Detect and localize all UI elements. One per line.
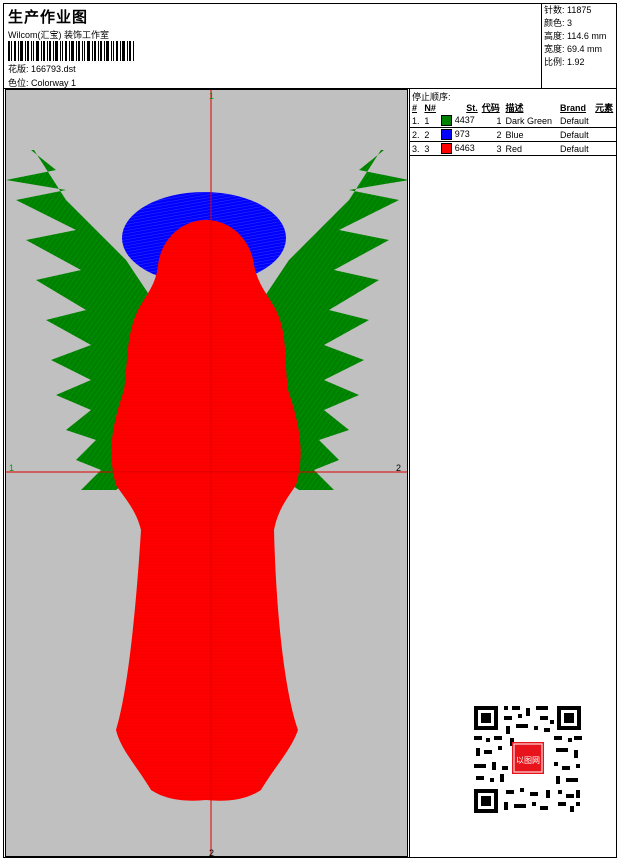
table-row: 1. 1 4437 1 Dark Green Default xyxy=(410,114,617,128)
row-number: 2. xyxy=(410,127,423,142)
element xyxy=(593,127,617,142)
col-header: St. xyxy=(466,102,478,113)
needle-number: 2 xyxy=(422,127,440,142)
needle-number: 3 xyxy=(422,141,440,156)
header: 生产作业图 Wilcom(汇宝) 装饰工作室 花版: 166793.dst 色位… xyxy=(4,4,542,88)
element xyxy=(593,141,617,156)
stitch-count-cell: 6463 xyxy=(454,142,475,153)
stamp-text: 以图网 xyxy=(516,756,540,765)
color-swatch xyxy=(441,129,453,141)
design-file: 花版: 166793.dst xyxy=(8,62,76,75)
marker-left: 1 xyxy=(9,463,14,473)
company-name: Wilcom(汇宝) 装饰工作室 xyxy=(8,30,109,40)
col-header: 代码 xyxy=(481,103,500,113)
colorway-value: Colorway 1 xyxy=(31,78,77,88)
color-code: 2 xyxy=(479,127,504,142)
col-header: 描述 xyxy=(505,103,524,113)
stop-sequence-table: # N# St. 代码 描述 Brand 元素 1. 1 4437 1 Dark… xyxy=(410,101,617,156)
marker-right: 2 xyxy=(396,463,401,473)
color-swatch xyxy=(441,115,453,127)
row-number: 3. xyxy=(410,141,423,156)
qr-code-image: 以图网 xyxy=(470,702,585,817)
col-header: Brand xyxy=(560,102,587,113)
barcode-image xyxy=(8,41,134,61)
needle-number: 1 xyxy=(422,114,440,128)
color-count: 颜色: 3 xyxy=(544,18,573,28)
row-number: 1. xyxy=(410,114,423,128)
design-value: 166793.dst xyxy=(31,64,76,74)
table-row: 3. 3 6463 3 Red Default xyxy=(410,141,617,156)
page-title: 生产作业图 xyxy=(8,9,89,26)
col-header: 元素 xyxy=(595,103,614,113)
stitch-cell: 6463 xyxy=(439,141,480,156)
stitch-cell: 973 xyxy=(439,127,480,142)
color-description: Red xyxy=(503,141,559,156)
element xyxy=(593,114,617,128)
color-code: 1 xyxy=(479,114,504,128)
color-description: Blue xyxy=(503,127,559,142)
stitch-count-cell: 4437 xyxy=(454,114,475,125)
design-scale: 比例: 1.92 xyxy=(544,57,585,67)
design-label: 花版: xyxy=(8,64,29,74)
colorway-label: 色位: xyxy=(8,78,29,88)
angel-body xyxy=(111,220,301,801)
brand: Default xyxy=(558,141,594,156)
stitch-cell: 4437 xyxy=(439,114,480,128)
color-swatch xyxy=(441,143,453,155)
design-height: 高度: 114.6 mm xyxy=(544,31,607,41)
marker-top: 1 xyxy=(209,91,214,101)
design-canvas: 1 1 2 2 xyxy=(5,89,408,857)
design-width: 宽度: 69.4 mm xyxy=(544,44,603,54)
brand: Default xyxy=(558,114,594,128)
stitch-count-cell: 973 xyxy=(454,128,470,139)
col-header: # xyxy=(412,102,418,113)
marker-bottom: 2 xyxy=(209,848,214,857)
stitch-count: 针数: 11875 xyxy=(544,5,592,15)
brand: Default xyxy=(558,127,594,142)
stats-panel: 针数: 11875 颜色: 3 高度: 114.6 mm 宽度: 69.4 mm… xyxy=(541,4,617,88)
table-row: 2. 2 973 2 Blue Default xyxy=(410,127,617,142)
color-description: Dark Green xyxy=(503,114,559,128)
color-code: 3 xyxy=(479,141,504,156)
embroidery-preview: 1 1 2 2 xyxy=(6,90,407,857)
col-header: N# xyxy=(424,102,436,113)
